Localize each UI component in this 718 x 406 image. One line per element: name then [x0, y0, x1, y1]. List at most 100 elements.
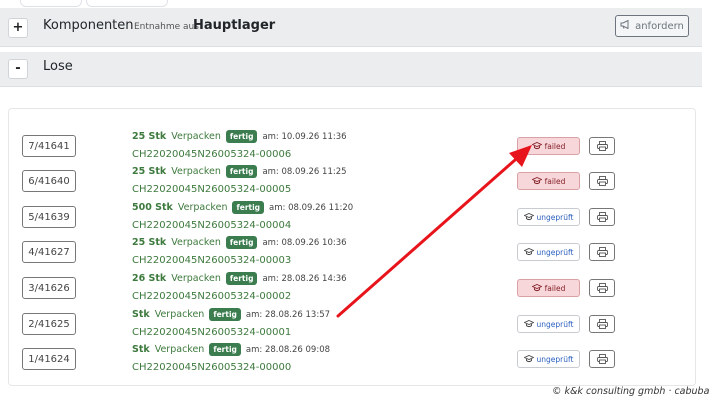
status-badge: fertig	[225, 130, 258, 143]
los-operation: Verpacken	[171, 273, 221, 284]
los-timestamp: am: 28.08.26 14:36	[262, 273, 347, 284]
los-timestamp: am: 28.08.26 13:57	[245, 309, 331, 320]
los-info-line: 25 Stk Verpacken fertig am: 08.09.26 11:25	[132, 165, 347, 178]
quality-status-button[interactable]: failed	[517, 172, 580, 190]
los-quantity: Stk	[132, 309, 150, 320]
los-operation: Verpacken	[171, 237, 221, 248]
table-row: 6/41640 25 Stk Verpacken fertig am: 08.09.26…	[0, 165, 718, 208]
entnahme-label: Entnahme aus	[134, 22, 199, 32]
graduation-cap-icon	[523, 248, 534, 256]
print-button[interactable]	[589, 350, 615, 368]
lose-header[interactable]: - Lose	[0, 52, 702, 87]
quality-status-label: ungeprüft	[536, 319, 574, 329]
table-row: 2/41625 Stk Verpacken fertig am: 28.08.26 13…	[0, 308, 718, 351]
los-info-line: 26 Stk Verpacken fertig am: 28.08.26 14:36	[132, 272, 347, 285]
los-charge-number: CH22020045N26005324-00003	[132, 255, 292, 266]
quality-status-label: failed	[544, 283, 566, 293]
los-timestamp: am: 08.09.26 11:25	[262, 166, 347, 177]
graduation-cap-icon	[531, 284, 542, 292]
los-charge-number: CH22020045N26005324-00004	[132, 220, 292, 231]
graduation-cap-icon	[523, 355, 534, 363]
quality-status-button[interactable]: ungeprüft	[517, 350, 580, 368]
los-id-button[interactable]: 2/41625	[22, 313, 76, 335]
print-button[interactable]	[589, 208, 615, 226]
los-charge-number: CH22020045N26005324-00006	[132, 149, 292, 160]
los-info-line: Stk Verpacken fertig am: 28.08.26 09:08	[132, 343, 330, 356]
graduation-cap-icon	[523, 320, 534, 328]
graduation-cap-icon	[531, 177, 542, 185]
los-quantity: 26 Stk	[132, 273, 167, 284]
table-row: 1/41624 Stk Verpacken fertig am: 28.08.26 09…	[0, 343, 718, 386]
status-badge: fertig	[209, 343, 241, 356]
los-quantity: Stk	[132, 344, 150, 355]
table-row: 5/41639 500 Stk Verpacken fertig am: 08.09.2…	[0, 201, 718, 244]
los-id-button[interactable]: 3/41626	[22, 277, 76, 299]
graduation-cap-icon	[531, 142, 542, 150]
quality-status-button[interactable]: ungeprüft	[517, 315, 580, 333]
quality-status-button[interactable]: ungeprüft	[517, 243, 580, 261]
los-timestamp: am: 08.09.26 10:36	[262, 237, 347, 248]
printer-icon	[596, 354, 608, 364]
print-button[interactable]	[589, 243, 615, 261]
lose-title: Lose	[43, 59, 73, 74]
los-info-line: 25 Stk Verpacken fertig am: 10.09.26 11:36	[132, 130, 347, 143]
megaphone-icon	[620, 19, 631, 32]
quality-status-label: failed	[544, 176, 566, 186]
lager-name: Hauptlager	[193, 18, 276, 33]
los-charge-number: CH22020045N26005324-00002	[132, 291, 292, 302]
komponenten-toggle-button[interactable]: +	[8, 18, 28, 38]
los-id-button[interactable]: 5/41639	[22, 206, 76, 228]
previous-tab-stub	[86, 0, 168, 7]
print-button[interactable]	[589, 172, 615, 190]
los-info-line: Stk Verpacken fertig am: 28.08.26 13:57	[132, 308, 330, 321]
table-row: 4/41627 25 Stk Verpacken fertig am: 08.09.26…	[0, 236, 718, 279]
quality-status-button[interactable]: failed	[517, 137, 580, 155]
lose-toggle-button[interactable]: -	[8, 59, 28, 79]
printer-icon	[596, 176, 608, 186]
quality-status-label: ungeprüft	[536, 212, 574, 222]
komponenten-header[interactable]: + Komponenten Entnahme aus Hauptlager an…	[0, 8, 702, 47]
los-id-button[interactable]: 6/41640	[22, 170, 76, 192]
los-quantity: 25 Stk	[132, 166, 167, 177]
print-button[interactable]	[589, 279, 615, 297]
anfordern-button[interactable]: anfordern	[615, 15, 689, 37]
los-charge-number: CH22020045N26005324-00005	[132, 184, 292, 195]
los-timestamp: am: 08.09.26 11:20	[269, 202, 354, 213]
footer-copyright: © k&k consulting gmbh · cabuba	[552, 386, 710, 397]
status-badge: fertig	[225, 165, 258, 178]
printer-icon	[596, 319, 608, 329]
los-operation: Verpacken	[154, 309, 205, 320]
printer-icon	[596, 141, 608, 151]
quality-status-button[interactable]: ungeprüft	[517, 208, 580, 226]
status-badge: fertig	[232, 201, 265, 214]
los-operation: Verpacken	[171, 166, 221, 177]
komponenten-title: Komponenten	[43, 18, 134, 33]
los-id-button[interactable]: 7/41641	[22, 135, 76, 157]
printer-icon	[596, 283, 608, 293]
quality-status-label: ungeprüft	[536, 247, 574, 257]
los-quantity: 25 Stk	[132, 131, 167, 142]
los-quantity: 25 Stk	[132, 237, 167, 248]
print-button[interactable]	[589, 315, 615, 333]
printer-icon	[596, 212, 608, 222]
status-badge: fertig	[209, 308, 241, 321]
los-charge-number: CH22020045N26005324-00000	[132, 362, 292, 373]
print-button[interactable]	[589, 137, 615, 155]
table-row: 7/41641 25 Stk Verpacken fertig am: 10.09.26…	[0, 130, 718, 173]
los-operation: Verpacken	[171, 131, 221, 142]
los-info-line: 500 Stk Verpacken fertig am: 08.09.26 11:20	[132, 201, 353, 214]
los-operation: Verpacken	[177, 202, 228, 213]
status-badge: fertig	[225, 272, 258, 285]
los-charge-number: CH22020045N26005324-00001	[132, 327, 292, 338]
los-id-button[interactable]: 4/41627	[22, 241, 76, 263]
status-badge: fertig	[225, 236, 258, 249]
previous-tab-stub	[20, 0, 82, 7]
printer-icon	[596, 247, 608, 257]
table-row: 3/41626 26 Stk Verpacken fertig am: 28.08.26…	[0, 272, 718, 315]
los-id-button[interactable]: 1/41624	[22, 348, 76, 370]
quality-status-button[interactable]: failed	[517, 279, 580, 297]
quality-status-label: failed	[544, 141, 566, 151]
quality-status-label: ungeprüft	[536, 354, 574, 364]
graduation-cap-icon	[523, 213, 534, 221]
los-info-line: 25 Stk Verpacken fertig am: 08.09.26 10:36	[132, 236, 347, 249]
